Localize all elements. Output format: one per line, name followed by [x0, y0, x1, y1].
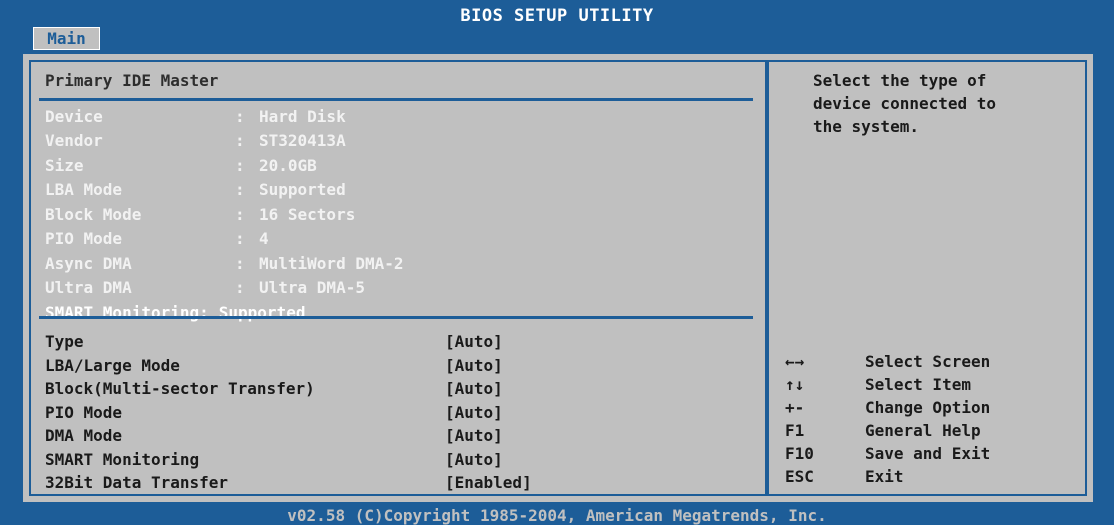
key-label: F10: [785, 444, 814, 463]
option-label: SMART Monitoring: [45, 449, 200, 469]
option-block-transfer[interactable]: Block(Multi-sector Transfer) [Auto]: [45, 377, 532, 401]
option-label: DMA Mode: [45, 426, 123, 446]
info-value: 20.0GB: [259, 155, 317, 175]
key-description: Exit: [865, 467, 904, 486]
key-general-help: F1 General Help: [781, 419, 990, 442]
page-title: Primary IDE Master: [45, 71, 219, 90]
info-row-size: Size : 20.0GB: [45, 153, 404, 178]
info-row-device: Device : Hard Disk: [45, 104, 404, 129]
key-description: General Help: [865, 421, 981, 440]
info-separator: :: [235, 204, 245, 224]
info-label: Size: [45, 155, 84, 175]
info-value: Supported: [259, 180, 346, 200]
option-pio-mode[interactable]: PIO Mode [Auto]: [45, 401, 532, 425]
info-row-pio-mode: PIO Mode : 4: [45, 227, 404, 252]
app-title: BIOS SETUP UTILITY: [460, 6, 654, 26]
option-dma-mode[interactable]: DMA Mode [Auto]: [45, 424, 532, 448]
up-down-arrow-icon: ↑↓: [785, 375, 805, 394]
info-value: ST320413A: [259, 131, 346, 151]
key-label: F1: [785, 421, 805, 440]
plus-minus-icon: +-: [785, 398, 805, 417]
info-separator: :: [235, 278, 245, 298]
info-separator: :: [235, 155, 245, 175]
option-label: 32Bit Data Transfer: [45, 473, 229, 493]
key-description: Save and Exit: [865, 444, 991, 463]
info-value: Hard Disk: [259, 106, 346, 126]
option-value[interactable]: [Enabled]: [445, 473, 532, 492]
panel-divider: [765, 60, 769, 496]
info-value: Ultra DMA-5: [259, 278, 365, 298]
left-right-arrow-icon: ←→: [785, 352, 805, 371]
help-line: the system.: [813, 117, 919, 136]
option-label: Type: [45, 332, 84, 352]
divider-line: [39, 316, 753, 319]
key-select-screen: ←→ Select Screen: [781, 350, 990, 373]
info-label: Device: [45, 106, 103, 126]
info-label: Async DMA: [45, 253, 132, 273]
option-value[interactable]: [Auto]: [445, 379, 503, 398]
key-save-exit: F10 Save and Exit: [781, 442, 990, 465]
option-value[interactable]: [Auto]: [445, 403, 503, 422]
key-select-item: ↑↓ Select Item: [781, 373, 990, 396]
key-legend: ←→ Select Screen ↑↓ Select Item +- Chang…: [781, 350, 990, 488]
info-separator: :: [235, 106, 245, 126]
option-label: PIO Mode: [45, 402, 123, 422]
info-row-lba-mode: LBA Mode : Supported: [45, 178, 404, 203]
info-label: Block Mode: [45, 204, 142, 224]
info-row-ultra-dma: Ultra DMA : Ultra DMA-5: [45, 276, 404, 301]
info-label: Vendor: [45, 131, 103, 151]
device-info-list: Device : Hard Disk Vendor : ST320413A Si…: [45, 104, 404, 325]
option-value[interactable]: [Auto]: [445, 426, 503, 445]
info-value: 16 Sectors: [259, 204, 356, 224]
option-32bit-transfer[interactable]: 32Bit Data Transfer [Enabled]: [45, 471, 532, 495]
info-separator: :: [235, 253, 245, 273]
help-text: Select the type of device connected to t…: [813, 69, 1083, 138]
info-row-smart: SMART Monitoring: Supported: [45, 300, 404, 325]
option-type[interactable]: Type [Auto]: [45, 330, 532, 354]
tab-main[interactable]: Main: [33, 27, 100, 50]
option-smart-monitoring[interactable]: SMART Monitoring [Auto]: [45, 448, 532, 472]
help-line: device connected to: [813, 94, 997, 113]
info-row-block-mode: Block Mode : 16 Sectors: [45, 202, 404, 227]
key-exit: ESC Exit: [781, 465, 990, 488]
key-description: Change Option: [865, 398, 991, 417]
help-line: Select the type of: [813, 71, 987, 90]
info-separator: :: [235, 131, 245, 151]
info-label: LBA Mode: [45, 180, 123, 200]
info-row-vendor: Vendor : ST320413A: [45, 129, 404, 154]
info-value: 4: [259, 229, 269, 249]
option-lba-large-mode[interactable]: LBA/Large Mode [Auto]: [45, 354, 532, 378]
divider-line: [39, 98, 753, 101]
key-change-option: +- Change Option: [781, 396, 990, 419]
option-value[interactable]: [Auto]: [445, 356, 503, 375]
info-label: PIO Mode: [45, 229, 123, 249]
main-frame: Primary IDE Master Device : Hard Disk Ve…: [19, 50, 1097, 506]
option-list: Type [Auto] LBA/Large Mode [Auto] Block(…: [45, 330, 532, 495]
option-label: Block(Multi-sector Transfer): [45, 379, 315, 399]
info-label: Ultra DMA: [45, 278, 132, 298]
option-value[interactable]: [Auto]: [445, 450, 503, 469]
key-description: Select Screen: [865, 352, 991, 371]
key-description: Select Item: [865, 375, 971, 394]
option-label: LBA/Large Mode: [45, 355, 180, 375]
info-row-async-dma: Async DMA : MultiWord DMA-2: [45, 251, 404, 276]
info-separator: :: [235, 229, 245, 249]
copyright-footer: v02.58 (C)Copyright 1985-2004, American …: [287, 506, 827, 525]
key-label: ESC: [785, 467, 814, 486]
option-value[interactable]: [Auto]: [445, 332, 503, 351]
info-separator: :: [235, 180, 245, 200]
info-value: MultiWord DMA-2: [259, 253, 404, 273]
